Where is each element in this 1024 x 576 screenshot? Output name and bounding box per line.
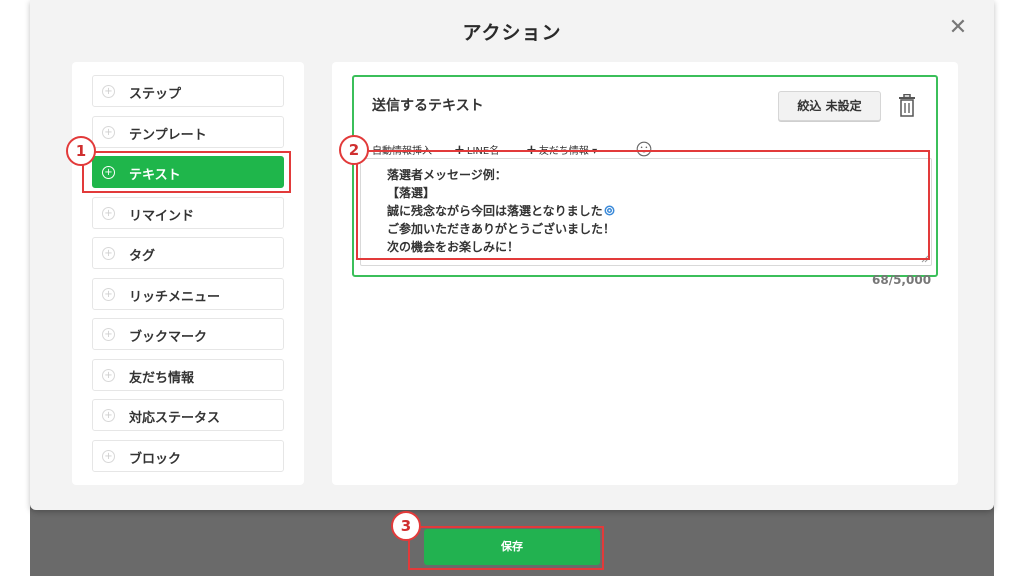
step-badge-1: 1: [66, 136, 96, 166]
menu-item-label: ステップ: [129, 87, 182, 102]
menu-item-label: リマインド: [129, 209, 195, 224]
character-counter: 68/5,000: [872, 273, 932, 287]
menu-item-step[interactable]: + ステップ: [92, 75, 284, 107]
plus-circle-icon: +: [102, 450, 115, 463]
menu-item-label: 対応ステータス: [129, 411, 221, 426]
menu-item-label: ブックマーク: [129, 330, 208, 345]
filter-button[interactable]: 絞込 未設定: [778, 91, 881, 121]
menu-item-tag[interactable]: + タグ: [92, 237, 284, 269]
menu-item-bookmark[interactable]: + ブックマーク: [92, 318, 284, 350]
menu-item-block[interactable]: + ブロック: [92, 440, 284, 472]
plus-circle-icon: +: [102, 207, 115, 220]
menu-item-label: ブロック: [129, 452, 182, 467]
menu-item-label: テンプレート: [129, 128, 207, 143]
highlight-box-text-menu: [82, 151, 291, 193]
menu-item-label: リッチメニュー: [129, 290, 221, 305]
menu-item-status[interactable]: + 対応ステータス: [92, 399, 284, 431]
highlight-box-save: [408, 526, 604, 570]
plus-circle-icon: +: [102, 288, 115, 301]
action-type-menu: + ステップ + テンプレート + テキスト + リマインド + タグ + リッ…: [72, 62, 304, 485]
step-badge-3: 3: [391, 511, 421, 541]
section-label: 送信するテキスト: [372, 98, 484, 114]
plus-circle-icon: +: [102, 85, 115, 98]
menu-item-rich-menu[interactable]: + リッチメニュー: [92, 278, 284, 310]
plus-circle-icon: +: [102, 247, 115, 260]
menu-item-label: 友だち情報: [129, 371, 195, 386]
highlight-box-textarea: [356, 150, 930, 260]
screen: アクション ✕ + ステップ + テンプレート + テキスト + リマインド +…: [0, 0, 1024, 576]
step-badge-2: 2: [339, 135, 369, 165]
menu-item-friend-info[interactable]: + 友だち情報: [92, 359, 284, 391]
menu-item-label: タグ: [129, 249, 156, 264]
action-editor-panel: 送信するテキスト 絞込 未設定 自動情報挿入 +LINE名 +友だち情報 ▾: [332, 62, 958, 485]
plus-circle-icon: +: [102, 328, 115, 341]
plus-circle-icon: +: [102, 126, 115, 139]
close-icon[interactable]: ✕: [946, 16, 970, 40]
plus-circle-icon: +: [102, 409, 115, 422]
plus-circle-icon: +: [102, 369, 115, 382]
modal-title: アクション: [462, 22, 562, 44]
menu-item-template[interactable]: + テンプレート: [92, 116, 284, 148]
trash-icon[interactable]: [896, 94, 918, 118]
menu-item-remind[interactable]: + リマインド: [92, 197, 284, 229]
